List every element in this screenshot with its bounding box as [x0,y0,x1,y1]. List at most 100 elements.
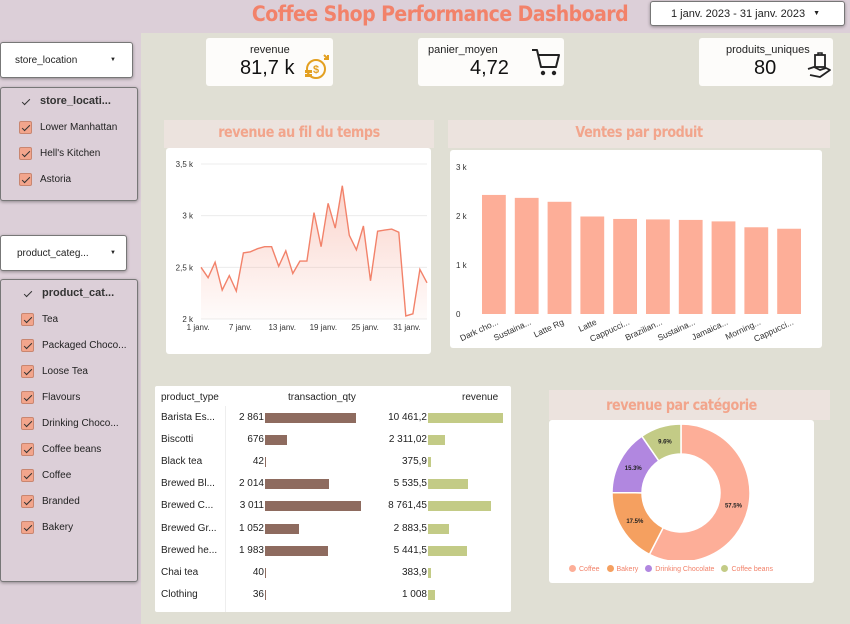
table-row[interactable]: Black tea 42 375,9 [155,451,511,473]
kpi-panier-moyen-value: 4,72 [470,57,509,79]
qty-bar [265,457,267,468]
bar[interactable] [678,219,703,314]
shopping-cart-icon [532,49,560,76]
y-tick-label: 0 [456,310,461,319]
checkbox-checked-icon[interactable] [19,172,32,186]
table-row[interactable]: Brewed C... 3 011 8 761,45 [155,495,511,517]
product-category-item-label: Bakery [42,521,74,533]
checkbox-checked-icon[interactable] [21,312,34,326]
table-row[interactable]: Chai tea 40 383,9 [155,562,511,584]
revenue-bar [428,567,431,578]
x-tick-label: 19 janv. [310,323,337,332]
bar[interactable] [777,228,801,314]
product-category-item[interactable]: Tea [1,306,137,332]
checkbox-checked-icon[interactable] [19,146,32,160]
column-header-revenue[interactable]: revenue [462,392,498,403]
cell-transaction-qty: 2 861 [238,412,264,423]
table-row[interactable]: Brewed Gr... 1 052 2 883,5 [155,518,511,540]
line-chart-card: 2 k 2,5 k3 k 3,5 k1 janv. 7 janv. 13 janv. 19… [166,148,431,354]
store-location-header: store_locati... [40,95,111,107]
bar[interactable] [482,194,506,314]
product-category-item[interactable]: Branded [1,488,137,514]
checkbox-checked-icon[interactable] [19,120,32,134]
kpi-panier-moyen-label: panier_moyen [428,44,498,56]
date-range-picker[interactable]: 1 janv. 2023 - 31 janv. 2023 ▼ [650,1,845,26]
checkbox-checked-icon[interactable] [21,416,34,430]
product-category-item[interactable]: Loose Tea [1,358,137,384]
cell-product-type: Brewed he... [161,544,218,556]
qty-bar [265,479,330,490]
product-category-item[interactable]: Coffee beans [1,436,137,462]
chevron-down-icon: ▼ [110,250,116,256]
product-category-item[interactable]: Drinking Choco... [1,410,137,436]
product-category-dropdown[interactable]: product_categ... ▼ [0,235,127,271]
kpi-produits-uniques-value: 80 [754,57,777,79]
donut-chart-title: revenue par catégorie [606,396,757,414]
column-header-transaction-qty[interactable]: transaction_qty [288,392,356,403]
column-divider [225,406,226,612]
legend-swatch [645,565,653,572]
svg-text:$: $ [313,64,319,76]
cell-product-type: Biscotti [161,434,194,446]
table-row[interactable]: Brewed he... 1 983 5 441,5 [155,540,511,562]
x-tick-label: Jamaica... [690,317,729,342]
bar[interactable] [580,216,605,314]
table-row[interactable]: Clothing 36 1 008 [155,584,511,606]
store-location-dropdown-label: store_location [15,54,78,66]
legend-item[interactable]: Coffee [569,565,600,573]
product-category-item[interactable]: Bakery [1,514,137,540]
store-location-item[interactable]: Hell's Kitchen [1,140,137,166]
donut-chart-card: 57.5% 17.5% 15.3% 9.6% Coffee Bakery Drinking… [549,420,814,583]
product-sales-bar-chart: 01 k2 k3 kDark cho...Sustaina... Latte Rg… [456,163,801,344]
legend-item[interactable]: Coffee beans [721,565,773,573]
revenue-bar [428,501,491,512]
product-category-select-all[interactable]: product_cat... [1,280,137,306]
x-tick-label: Latte Rg [532,317,566,340]
y-tick-label: 1 k [456,261,468,270]
line-chart-title: revenue au fil du temps [218,123,380,141]
legend-item[interactable]: Bakery [606,565,639,573]
bar[interactable] [613,218,637,314]
legend-label: Coffee beans [731,566,773,573]
bar[interactable] [744,227,769,314]
cell-transaction-qty: 42 [252,456,264,468]
cell-revenue: 2 311,02 [388,434,427,446]
checkbox-checked-icon[interactable] [21,520,34,534]
x-tick-label: Sustaina... [492,317,533,343]
product-category-list: product_cat... Tea Packaged Choco... Loose… [0,279,138,582]
qty-bar [265,567,267,578]
legend-item[interactable]: Drinking Chocolate [645,565,714,573]
bar[interactable] [711,221,736,314]
qty-bar [265,545,329,556]
checkbox-checked-icon[interactable] [21,390,34,404]
legend-label: Bakery [616,566,639,573]
cell-transaction-qty: 1 052 [238,522,264,534]
table-row[interactable]: Brewed Bl... 2 014 5 535,5 [155,473,511,495]
table-row[interactable]: Barista Es... 2 861 10 461,2 [155,407,511,429]
column-header-product-type[interactable]: product_type [161,392,219,403]
product-category-item[interactable]: Flavours [1,384,137,410]
product-category-header: product_cat... [42,287,115,299]
bar[interactable] [547,201,572,314]
bar[interactable] [646,219,670,314]
store-location-select-all[interactable]: store_locati... [1,88,137,114]
area-fill [201,185,427,319]
kpi-panier-moyen: panier_moyen 4,72 [418,38,564,86]
slice-label: 17.5% [626,519,644,525]
product-category-item[interactable]: Packaged Choco... [1,332,137,358]
cell-transaction-qty: 2 014 [238,478,264,490]
revenue-bar [428,589,436,600]
kpi-produits-uniques-label: produits_uniques [726,44,810,56]
store-location-item[interactable]: Lower Manhattan [1,114,137,140]
checkbox-checked-icon[interactable] [21,338,34,352]
product-category-item[interactable]: Coffee [1,462,137,488]
store-location-item[interactable]: Astoria [1,166,137,192]
table-row[interactable]: Biscotti 676 2 311,02 [155,429,511,451]
legend-swatch [569,565,576,572]
checkbox-checked-icon[interactable] [21,364,34,378]
bar[interactable] [514,197,539,314]
checkbox-checked-icon[interactable] [21,468,34,482]
checkbox-checked-icon[interactable] [21,442,34,456]
checkbox-checked-icon[interactable] [21,494,34,508]
store-location-dropdown[interactable]: store_location ▼ [0,42,133,78]
